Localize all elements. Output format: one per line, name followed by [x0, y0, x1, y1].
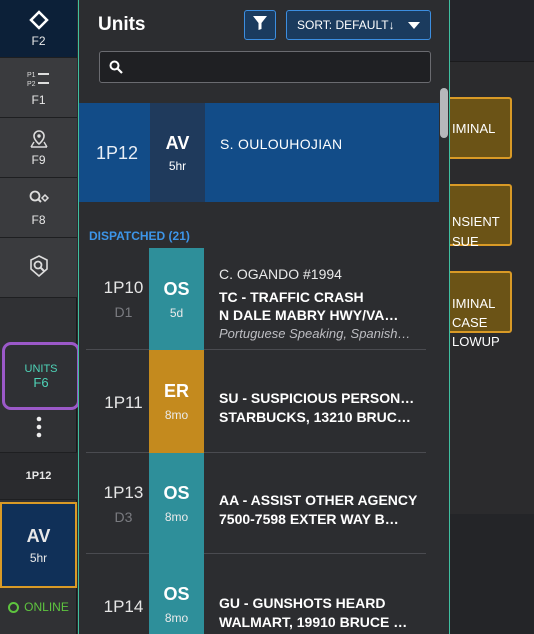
search-icon [109, 60, 123, 79]
unit-officer-name: S. OULOUHOJIAN [220, 136, 343, 152]
rail-f9-label: F9 [31, 153, 46, 167]
incident-type: AA - ASSIST OTHER AGENCY [219, 492, 418, 508]
unit-id: 1P14 [103, 597, 144, 616]
section-header-dispatched: DISPATCHED (21) [89, 229, 190, 243]
scrollbar-thumb[interactable] [440, 88, 448, 138]
online-status: ONLINE [0, 595, 77, 619]
current-status-button[interactable]: AV 5hr [0, 502, 77, 588]
rail-units-key: F6 [33, 374, 49, 390]
more-menu-button[interactable] [0, 412, 77, 442]
chevron-down-icon [408, 22, 420, 29]
sort-dropdown[interactable]: SORT: DEFAULT↓ [286, 10, 431, 40]
search-input[interactable] [99, 51, 431, 83]
units-panel: Units SORT: DEFAULT↓ 1P12 AV 5hr S. OULO… [78, 0, 450, 634]
unit-officer-name: C. OGANDO #1994 [219, 266, 342, 282]
status-duration: 8mo [164, 510, 189, 524]
filter-icon [252, 15, 268, 36]
status-code: AV [165, 132, 190, 153]
rail-item-units[interactable]: UNITS F6 [2, 342, 80, 410]
left-rail: F2 P1 P2 F1 F9 F8 UNITS F6 1P12 AV 5hr O… [0, 0, 80, 634]
status-duration: 8mo [164, 408, 189, 422]
map-pin-icon [28, 128, 50, 150]
unit-status-badge: OS 5d [149, 248, 204, 350]
current-status-duration: 5hr [29, 550, 48, 565]
unit-row[interactable]: 1P10 D1 OS 5d C. OGANDO #1994 TC - TRAFF… [86, 248, 426, 350]
unit-id: 1P12 [96, 143, 139, 163]
diamond-icon [28, 9, 49, 31]
rail-f8-label: F8 [31, 213, 46, 227]
incident-type: GU - GUNSHOTS HEARD [219, 595, 386, 611]
incident-notes: Portuguese Speaking, Spanish… [219, 326, 411, 341]
rail-item-f2[interactable]: F2 [0, 0, 77, 58]
svg-text:P1: P1 [27, 72, 36, 79]
status-code: OS [163, 583, 190, 604]
selected-unit-row[interactable]: 1P12 AV 5hr S. OULOUHOJIAN [79, 103, 439, 202]
online-label: ONLINE [24, 600, 69, 614]
priority-list-icon: P1 P2 [27, 68, 51, 90]
unit-id: 1P11 [104, 393, 143, 412]
status-code: OS [163, 278, 190, 299]
rail-unit-id: 1P12 [0, 452, 77, 500]
incident-location: WALMART, 19910 BRUCE … [219, 614, 408, 630]
unit-district: D3 [114, 509, 133, 525]
svg-text:P2: P2 [27, 81, 36, 88]
search-location-icon [28, 188, 50, 210]
incident-location: 7500-7598 EXTER WAY B… [219, 511, 399, 527]
rail-f1-label: F1 [31, 93, 46, 107]
unit-status-badge: OS 8mo [149, 554, 204, 634]
unit-row[interactable]: 1P11 ER 8mo SU - SUSPICIOUS PERSON… STAR… [86, 350, 426, 453]
status-duration: 8mo [164, 610, 189, 625]
background-card-label: IMINAL CASE LOWUP [452, 296, 500, 349]
rail-f2-label: F2 [31, 34, 46, 48]
incident-location: STARBUCKS, 13210 BRUC… [219, 409, 411, 425]
rail-units-label: UNITS [24, 362, 58, 375]
rail-item-f9[interactable]: F9 [0, 118, 77, 178]
rail-unit-id-label: 1P12 [25, 470, 52, 482]
incident-type: SU - SUSPICIOUS PERSON… [219, 390, 415, 406]
rail-item-f8[interactable]: F8 [0, 178, 77, 238]
unit-id: 1P13 [103, 483, 144, 502]
background-card-label: NSIENT SUE [452, 214, 500, 249]
incident-location: N DALE MABRY HWY/VA… [219, 307, 399, 323]
unit-row[interactable]: 1P14 OS 8mo GU - GUNSHOTS HEARD WALMART,… [86, 554, 426, 634]
background-card-label: IMINAL [452, 121, 496, 136]
unit-status-badge: ER 8mo [149, 350, 204, 453]
scrollbar[interactable] [440, 88, 449, 634]
status-duration: 5hr [168, 158, 187, 173]
background-lower-panel [450, 514, 534, 634]
more-vertical-icon [36, 416, 42, 438]
incident-type: TC - TRAFFIC CRASH [219, 289, 364, 305]
unit-district: D1 [114, 304, 133, 320]
unit-status-badge: AV 5hr [150, 103, 205, 202]
magnifier-badge-icon [28, 255, 50, 277]
sort-label: SORT: DEFAULT↓ [297, 18, 395, 32]
unit-row[interactable]: 1P13 D3 OS 8mo AA - ASSIST OTHER AGENCY … [86, 453, 426, 554]
status-duration: 5d [169, 305, 184, 320]
status-code: OS [163, 483, 190, 503]
online-indicator-icon [8, 601, 20, 613]
unit-status-badge: OS 8mo [149, 453, 204, 554]
current-status-code: AV [26, 525, 51, 546]
filter-button[interactable] [244, 10, 276, 40]
unit-id: 1P10 [103, 278, 144, 297]
rail-item-f1[interactable]: P1 P2 F1 [0, 58, 77, 118]
rail-item-search[interactable] [0, 238, 77, 298]
status-code: ER [163, 381, 189, 401]
background-topbar [450, 0, 534, 62]
panel-title: Units [98, 14, 146, 35]
